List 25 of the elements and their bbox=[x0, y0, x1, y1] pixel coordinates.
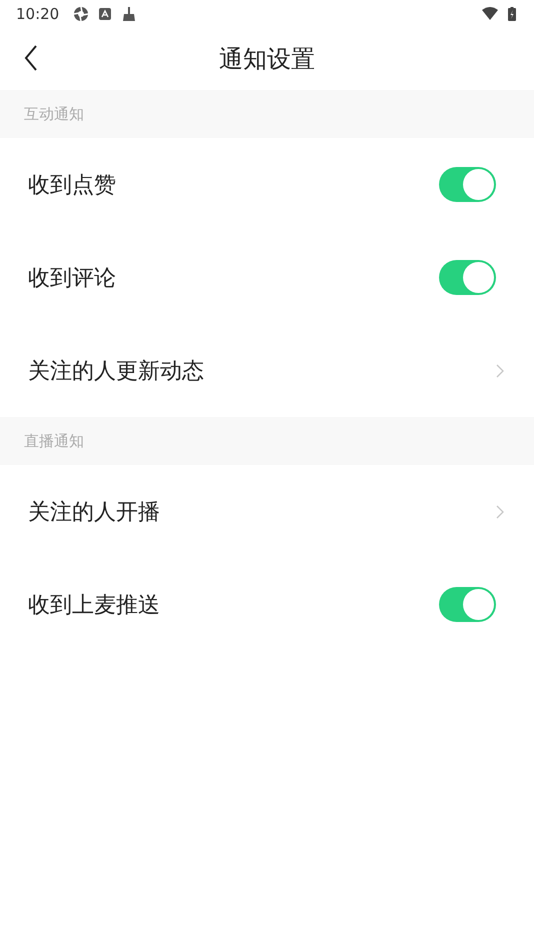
section-header: 直播通知 bbox=[0, 417, 534, 465]
settings-row[interactable]: 收到评论 bbox=[0, 231, 534, 324]
row-label: 关注的人更新动态 bbox=[28, 358, 204, 386]
settings-row[interactable]: 关注的人开播 bbox=[0, 465, 534, 558]
chevron-right-icon bbox=[496, 364, 504, 378]
wifi-icon bbox=[482, 6, 498, 22]
settings-row[interactable]: 收到点赞 bbox=[0, 138, 534, 231]
row-label: 关注的人开播 bbox=[28, 498, 160, 526]
row-label: 收到评论 bbox=[28, 264, 116, 292]
section-header: 互动通知 bbox=[0, 90, 534, 138]
back-icon[interactable] bbox=[24, 45, 38, 71]
page-title: 通知设置 bbox=[219, 44, 315, 75]
settings-row[interactable]: 关注的人更新动态 bbox=[0, 324, 534, 417]
settings-row[interactable]: 收到上麦推送 bbox=[0, 558, 534, 651]
toggle-switch[interactable] bbox=[439, 587, 496, 622]
chevron-right-icon bbox=[496, 504, 504, 518]
toggle-switch[interactable] bbox=[439, 167, 496, 202]
toggle-switch[interactable] bbox=[439, 260, 496, 295]
row-label: 收到点赞 bbox=[28, 172, 116, 200]
notification-icon bbox=[99, 8, 112, 20]
broom-icon bbox=[121, 6, 138, 22]
status-time: 10:20 bbox=[16, 5, 60, 23]
battery-icon bbox=[508, 7, 516, 21]
aperture-icon bbox=[73, 6, 90, 22]
row-label: 收到上麦推送 bbox=[28, 592, 160, 620]
